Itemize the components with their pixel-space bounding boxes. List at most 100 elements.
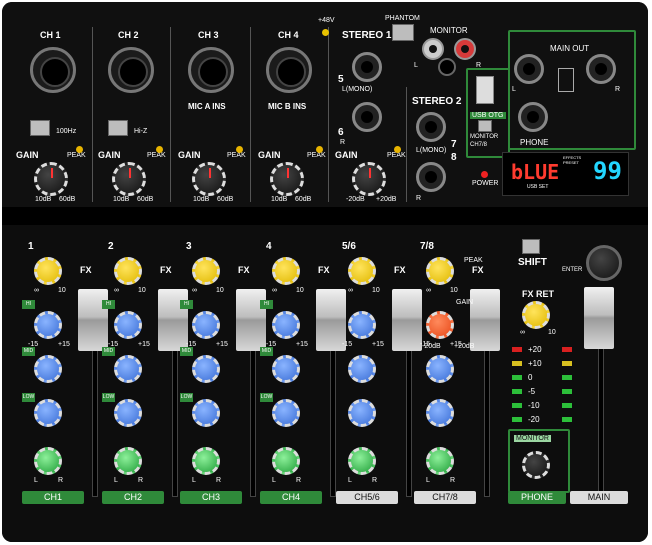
power-led [481, 171, 488, 178]
ch5-mid-eq-knob[interactable] [348, 355, 376, 383]
ch1-pan-knob[interactable] [34, 447, 62, 475]
ch6-low-eq-knob[interactable] [426, 399, 454, 427]
ch3-pan-knob[interactable] [192, 447, 220, 475]
phone-level-knob[interactable] [522, 451, 550, 479]
ch5-pan-knob[interactable] [348, 447, 376, 475]
ch2-hi-eq-knob[interactable] [114, 311, 142, 339]
stereo2-left-jack[interactable] [416, 112, 446, 142]
ch3-eq-min: -15 [186, 341, 197, 348]
ch4-gain-knob[interactable] [270, 162, 304, 196]
ch3-fx-knob[interactable] [192, 257, 220, 285]
stereo1-gain-knob[interactable] [352, 162, 386, 196]
fx-return-knob[interactable] [522, 301, 550, 329]
meter-scale: -20 [528, 415, 540, 424]
monitor-left-rca[interactable] [422, 38, 444, 60]
ch6-fader[interactable] [470, 289, 500, 351]
monitor-label: MONITOR [514, 435, 551, 442]
meter-scale: 0 [528, 373, 533, 382]
meter-led-right [562, 347, 572, 352]
ch78-peak-label: PEAK [464, 257, 483, 264]
ch4-hi-tag: HI [260, 300, 273, 309]
main-fader[interactable] [584, 287, 614, 349]
ch2-fx-max: 10 [138, 287, 146, 294]
stereo1-r-label: R [340, 139, 346, 146]
enter-encoder[interactable] [586, 245, 622, 281]
monitor-right-rca[interactable] [454, 38, 476, 60]
ch4-pan-knob[interactable] [272, 447, 300, 475]
ch6-fx-knob[interactable] [426, 257, 454, 285]
ch3-xlr-jack[interactable] [188, 47, 234, 93]
ch3-gain-knob[interactable] [192, 162, 226, 196]
main-out-right-jack[interactable] [586, 54, 616, 84]
ch78-gain-label: GAIN [456, 299, 474, 306]
ch5-low-eq-knob[interactable] [348, 399, 376, 427]
ch4-mid-eq-knob[interactable] [272, 355, 300, 383]
main-out-r-label: R [615, 86, 621, 93]
ch2-pan-knob[interactable] [114, 447, 142, 475]
power-jack[interactable] [438, 58, 456, 76]
ch6-gain-knob[interactable] [426, 311, 454, 339]
ch1-fx-knob[interactable] [34, 257, 62, 285]
ch5-fx-min: ∞ [348, 287, 353, 294]
ch6-number: 7/8 [420, 241, 434, 252]
ch2-hiz-button[interactable] [108, 120, 128, 136]
ch4-xlr-jack[interactable] [266, 47, 312, 93]
ch3-mid-eq-knob[interactable] [192, 355, 220, 383]
ch1-gain-knob[interactable] [34, 162, 68, 196]
ch2-mid-eq-knob[interactable] [114, 355, 142, 383]
ch2-fader[interactable] [158, 289, 188, 351]
ch1-fader[interactable] [78, 289, 108, 351]
usb-port[interactable] [476, 76, 494, 104]
ch5-eq-max: +15 [372, 341, 384, 348]
ch3-hi-eq-knob[interactable] [192, 311, 220, 339]
ch1-switch-label: 100Hz [56, 128, 77, 135]
ch2-low-eq-knob[interactable] [114, 399, 142, 427]
ch6-mid-eq-knob[interactable] [426, 355, 454, 383]
phantom-led [322, 29, 329, 36]
main-out-left-jack[interactable] [514, 54, 544, 84]
stereo1-right-jack[interactable] [352, 102, 382, 132]
ch1-low-eq-knob[interactable] [34, 399, 62, 427]
ch2-gain-max: 60dB [137, 196, 154, 203]
ch1-peak-led [76, 146, 83, 153]
ch2-gain-label: GAIN [98, 150, 121, 160]
ch4-hi-eq-knob[interactable] [272, 311, 300, 339]
ch1-hi-eq-knob[interactable] [34, 311, 62, 339]
shift-button[interactable] [522, 239, 540, 254]
shift-label: SHIFT [518, 257, 547, 268]
ch3-low-eq-knob[interactable] [192, 399, 220, 427]
mixer-panel: CH 1 100Hz GAIN PEAK 10dB 60dB CH 2 Hi-Z… [2, 2, 648, 542]
meter-led-right [562, 403, 572, 408]
phantom-button[interactable] [392, 24, 414, 41]
stereo2-right-jack[interactable] [416, 162, 446, 192]
ch6-pan-knob[interactable] [426, 447, 454, 475]
ch2-fx-min: ∞ [114, 287, 119, 294]
ch2-fx-knob[interactable] [114, 257, 142, 285]
stereo1-title: STEREO 1 [342, 30, 392, 41]
meter-led-left [512, 417, 522, 422]
enter-label: ENTER [562, 267, 583, 273]
ch5-fx-knob[interactable] [348, 257, 376, 285]
ch1-title: CH 1 [40, 30, 61, 40]
ch1-low-cut-button[interactable] [30, 120, 50, 136]
ch4-fx-knob[interactable] [272, 257, 300, 285]
phone-jack[interactable] [518, 102, 548, 132]
ch3-fader[interactable] [236, 289, 266, 351]
ch1-xlr-jack[interactable] [30, 47, 76, 93]
ch1-pan-l: L [34, 477, 38, 484]
stereo1-gain-max: +20dB [376, 196, 397, 203]
ch3-strip-label: CH3 [180, 491, 242, 504]
stereo1-left-jack[interactable] [352, 52, 382, 82]
monitor-out-label: MONITOR [430, 26, 468, 35]
ch2-eq-max: +15 [138, 341, 150, 348]
ch2-gain-knob[interactable] [112, 162, 146, 196]
display-text: bLUE [511, 160, 560, 184]
usb-monitor-label: MONITOR [470, 134, 499, 140]
ch78-gain-max: +20dB [454, 343, 475, 350]
ch2-xlr-jack[interactable] [108, 47, 154, 93]
ch4-low-eq-knob[interactable] [272, 399, 300, 427]
ch5-hi-eq-knob[interactable] [348, 311, 376, 339]
ch1-mid-eq-knob[interactable] [34, 355, 62, 383]
usb-monitor-button[interactable] [478, 120, 492, 132]
ch5-fader[interactable] [392, 289, 422, 351]
